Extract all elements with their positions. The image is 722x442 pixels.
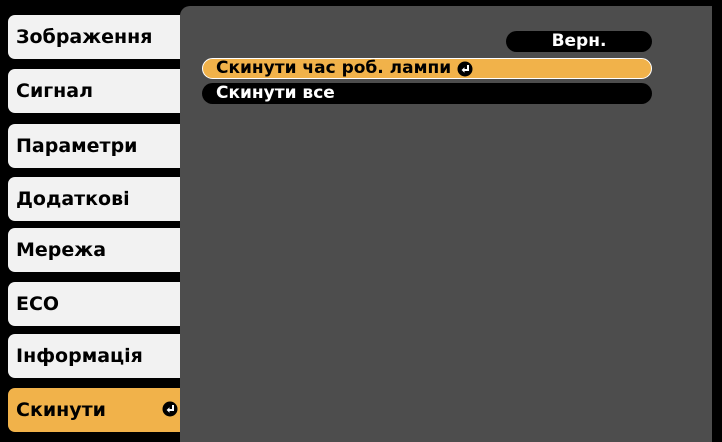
reset-lamp-hours-item[interactable]: Скинути час роб. лампи: [202, 58, 652, 79]
tab-extended-label: Додаткові: [16, 188, 130, 210]
tab-reset[interactable]: Скинути: [8, 388, 188, 432]
reset-lamp-hours-label: Скинути час роб. лампи: [216, 58, 452, 78]
tab-image[interactable]: Зображення: [8, 15, 188, 59]
tab-signal[interactable]: Сигнал: [8, 69, 188, 113]
tab-eco[interactable]: ECO: [8, 282, 188, 326]
enter-icon: [162, 401, 178, 417]
reset-menu-panel: Верн. Скинути час роб. лампи Скинути все: [180, 6, 712, 442]
tab-image-label: Зображення: [16, 26, 153, 48]
tab-reset-label: Скинути: [16, 399, 106, 421]
reset-all-item[interactable]: Скинути все: [202, 83, 652, 104]
tab-network-label: Мережа: [16, 239, 107, 261]
tab-info[interactable]: Інформація: [8, 334, 188, 378]
tab-signal-label: Сигнал: [16, 80, 94, 102]
tab-network[interactable]: Мережа: [8, 228, 188, 272]
reset-all-label: Скинути все: [216, 83, 335, 103]
tab-info-label: Інформація: [16, 345, 143, 367]
enter-icon: [457, 61, 473, 76]
tab-settings-label: Параметри: [16, 135, 138, 157]
sidebar-menu: Зображення Сигнал Параметри Додаткові Ме…: [0, 0, 200, 442]
tab-settings[interactable]: Параметри: [8, 124, 188, 168]
tab-eco-label: ECO: [16, 293, 60, 315]
return-button[interactable]: Верн.: [506, 31, 652, 52]
return-button-label: Верн.: [551, 31, 607, 51]
tab-extended[interactable]: Додаткові: [8, 177, 188, 221]
